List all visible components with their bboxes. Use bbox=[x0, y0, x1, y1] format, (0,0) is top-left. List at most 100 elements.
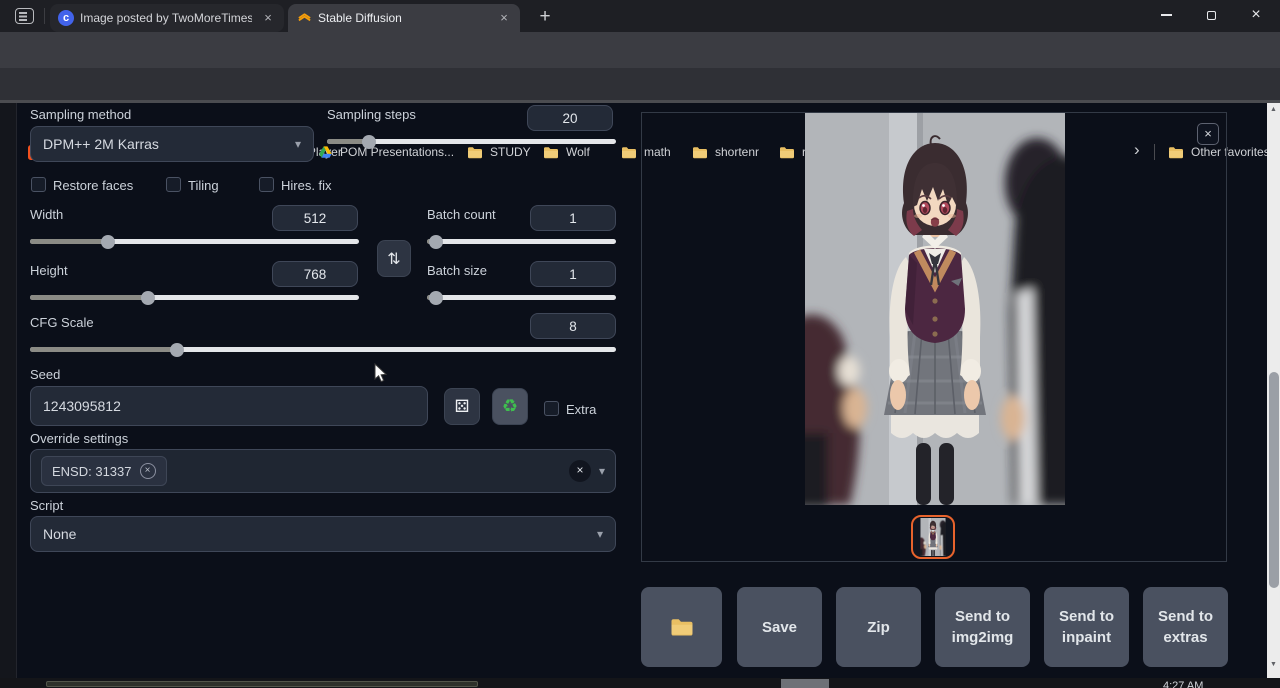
send-to-extras-button[interactable]: Send to extras bbox=[1143, 587, 1228, 667]
browser-toolbar: ← ↻ i 127.0.0.1:7860 A) ☆+ O » IA AD S Y… bbox=[0, 32, 1280, 68]
close-image-button[interactable]: × bbox=[1197, 123, 1219, 145]
width-value[interactable]: 512 bbox=[272, 205, 358, 231]
vertical-scrollbar[interactable]: ▲ ▼ bbox=[1267, 103, 1280, 678]
send-to-img2img-button[interactable]: Send to img2img bbox=[935, 587, 1030, 667]
folder-icon bbox=[621, 146, 637, 159]
close-icon: × bbox=[1204, 126, 1212, 141]
browser-window: c Image posted by TwoMoreTimes × Stable … bbox=[0, 0, 1280, 688]
page-left-gutter bbox=[0, 103, 17, 678]
height-label: Height bbox=[30, 263, 68, 278]
tab-actions-menu-icon[interactable] bbox=[15, 8, 34, 24]
slider-handle[interactable] bbox=[170, 343, 184, 357]
close-tab-icon[interactable]: × bbox=[496, 10, 512, 26]
taskbar-sliver: 4:27 AM bbox=[0, 678, 1280, 688]
bookmark-folder-wolf[interactable]: Wolf bbox=[543, 142, 590, 162]
override-settings-label: Override settings bbox=[30, 431, 128, 446]
drive-icon bbox=[318, 145, 333, 159]
scroll-down-icon[interactable]: ▼ bbox=[1267, 661, 1280, 668]
slider-handle[interactable] bbox=[429, 291, 443, 305]
sampling-steps-label: Sampling steps bbox=[327, 107, 416, 122]
folder-icon bbox=[543, 146, 559, 159]
scroll-up-icon[interactable]: ▲ bbox=[1267, 106, 1280, 113]
chevron-down-icon[interactable]: ▾ bbox=[599, 464, 605, 478]
slider-handle[interactable] bbox=[429, 235, 443, 249]
cfg-scale-label: CFG Scale bbox=[30, 315, 94, 330]
height-slider[interactable] bbox=[30, 295, 359, 300]
script-value: None bbox=[43, 526, 76, 542]
page-top-edge bbox=[0, 100, 1280, 103]
tiling-checkbox[interactable] bbox=[166, 177, 181, 192]
open-folder-button[interactable] bbox=[641, 587, 722, 667]
seed-label: Seed bbox=[30, 367, 60, 382]
restore-icon bbox=[1207, 11, 1216, 20]
slider-handle[interactable] bbox=[362, 135, 376, 149]
dice-icon: ⚄ bbox=[455, 397, 470, 417]
zip-button[interactable]: Zip bbox=[836, 587, 921, 667]
seed-value: 1243095812 bbox=[43, 398, 121, 414]
height-value[interactable]: 768 bbox=[272, 261, 358, 287]
slider-fill bbox=[30, 347, 177, 352]
cfg-scale-value[interactable]: 8 bbox=[530, 313, 616, 339]
tab-image-posted[interactable]: c Image posted by TwoMoreTimes × bbox=[50, 4, 284, 32]
scrollbar-thumb[interactable] bbox=[1269, 372, 1279, 588]
override-chip-ensd[interactable]: ENSD: 31337 × bbox=[41, 456, 167, 486]
close-tab-icon[interactable]: × bbox=[260, 10, 276, 26]
batch-count-slider[interactable] bbox=[427, 239, 616, 244]
tab-stable-diffusion[interactable]: Stable Diffusion × bbox=[288, 4, 520, 32]
tiling-label: Tiling bbox=[188, 178, 219, 193]
chip-remove-icon[interactable]: × bbox=[140, 463, 156, 479]
chevron-down-icon: ▾ bbox=[597, 527, 603, 541]
extra-seed-checkbox[interactable] bbox=[544, 401, 559, 416]
close-window-button[interactable]: × bbox=[1239, 0, 1273, 30]
send-to-inpaint-button[interactable]: Send to inpaint bbox=[1044, 587, 1129, 667]
sampling-steps-value[interactable]: 20 bbox=[527, 105, 613, 131]
taskbar-clock: 4:27 AM bbox=[1163, 680, 1203, 688]
generated-image[interactable] bbox=[805, 113, 1065, 505]
bookmark-pom-presentations[interactable]: POM Presentations... bbox=[318, 142, 454, 162]
tab2-favicon-gradio bbox=[296, 10, 312, 26]
hires-fix-checkbox[interactable] bbox=[259, 177, 274, 192]
chevron-down-icon: ▾ bbox=[295, 137, 301, 151]
browser-titlebar: c Image posted by TwoMoreTimes × Stable … bbox=[0, 0, 1280, 32]
taskbar-widget bbox=[46, 681, 478, 687]
batch-size-label: Batch size bbox=[427, 263, 487, 278]
width-slider[interactable] bbox=[30, 239, 359, 244]
override-settings-box[interactable]: ENSD: 31337 × × ▾ bbox=[30, 449, 616, 493]
reuse-seed-button[interactable]: ♻ bbox=[492, 388, 528, 425]
restore-faces-checkbox[interactable] bbox=[31, 177, 46, 192]
new-tab-button[interactable]: + bbox=[532, 4, 558, 30]
restore-faces-label: Restore faces bbox=[53, 178, 133, 193]
slider-fill bbox=[30, 239, 108, 244]
sampling-steps-slider[interactable] bbox=[327, 139, 616, 144]
tab1-favicon: c bbox=[58, 10, 74, 26]
script-dropdown[interactable]: None ▾ bbox=[30, 516, 616, 552]
swap-dimensions-button[interactable]: ⇅ bbox=[377, 240, 411, 277]
swap-arrows-icon: ⇅ bbox=[387, 249, 400, 269]
bookmark-folder-study[interactable]: STUDY bbox=[467, 142, 531, 162]
slider-handle[interactable] bbox=[141, 291, 155, 305]
thumbnail-image bbox=[914, 518, 952, 556]
batch-size-slider[interactable] bbox=[427, 295, 616, 300]
script-label: Script bbox=[30, 498, 63, 513]
cfg-scale-slider[interactable] bbox=[30, 347, 616, 352]
random-seed-button[interactable]: ⚄ bbox=[444, 388, 480, 425]
recycle-icon: ♻ bbox=[502, 396, 518, 417]
seed-input[interactable]: 1243095812 bbox=[30, 386, 428, 426]
batch-count-label: Batch count bbox=[427, 207, 496, 222]
save-button[interactable]: Save bbox=[737, 587, 822, 667]
tab-title: Image posted by TwoMoreTimes bbox=[80, 11, 252, 25]
extra-seed-label: Extra bbox=[566, 402, 596, 417]
gallery-thumbnail-selected[interactable] bbox=[911, 515, 955, 559]
chip-label: ENSD: 31337 bbox=[52, 464, 132, 479]
minimize-button[interactable] bbox=[1149, 0, 1183, 30]
sampling-method-label: Sampling method bbox=[30, 107, 131, 122]
sampling-method-dropdown[interactable]: DPM++ 2M Karras ▾ bbox=[30, 126, 314, 162]
tab-title: Stable Diffusion bbox=[318, 11, 488, 25]
slider-handle[interactable] bbox=[101, 235, 115, 249]
mouse-cursor bbox=[374, 363, 388, 383]
close-icon: × bbox=[1251, 6, 1260, 24]
restore-button[interactable] bbox=[1194, 0, 1228, 30]
batch-count-value[interactable]: 1 bbox=[530, 205, 616, 231]
clear-all-icon[interactable]: × bbox=[569, 460, 591, 482]
batch-size-value[interactable]: 1 bbox=[530, 261, 616, 287]
